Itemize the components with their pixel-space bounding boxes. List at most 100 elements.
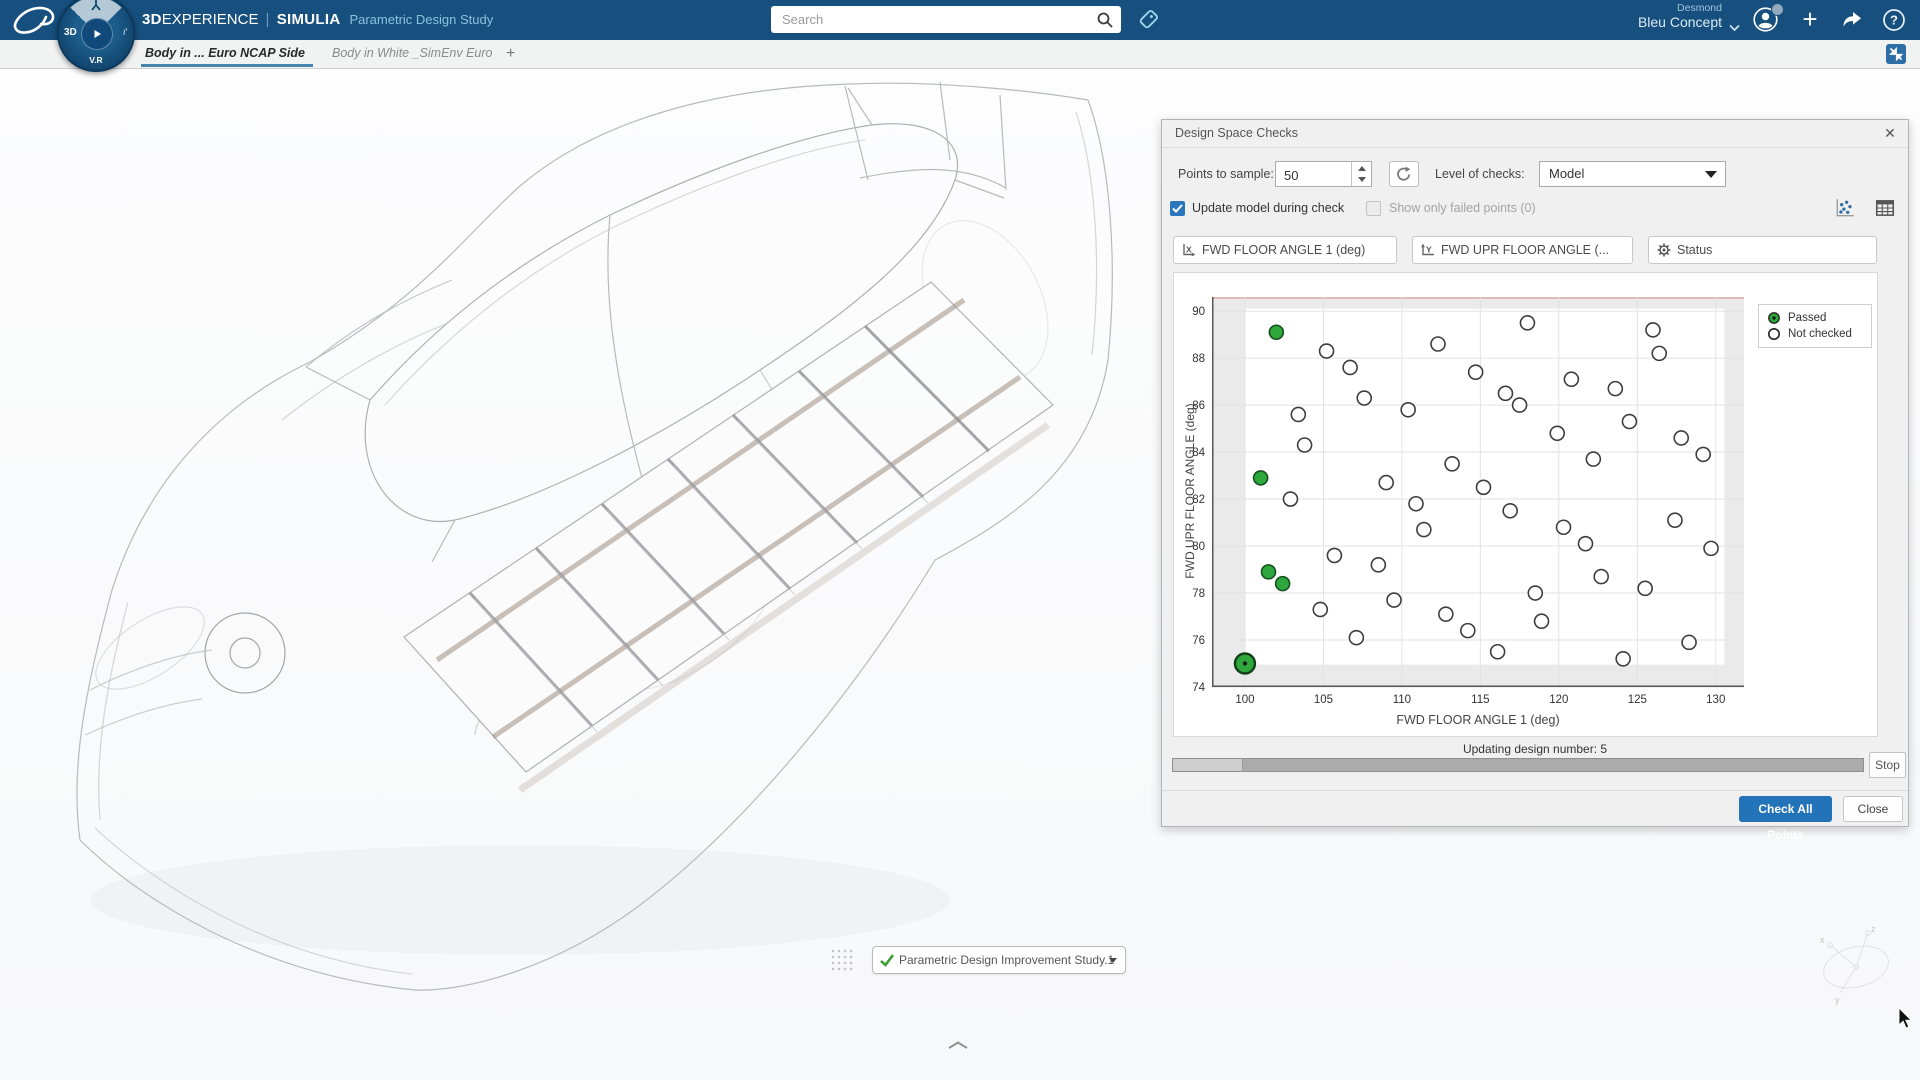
data-point[interactable]	[1409, 497, 1423, 511]
data-point[interactable]	[1276, 577, 1290, 591]
data-point[interactable]	[1586, 452, 1600, 466]
data-point[interactable]	[1652, 346, 1666, 360]
data-point[interactable]	[1674, 431, 1688, 445]
data-point[interactable]	[1564, 372, 1578, 386]
study-selector[interactable]: Parametric Design Improvement Study.1	[872, 946, 1126, 974]
data-point[interactable]	[1638, 581, 1652, 595]
stop-button[interactable]: Stop	[1869, 752, 1906, 778]
search-icon[interactable]	[1096, 11, 1114, 34]
panel-title-bar[interactable]: Design Space Checks ✕	[1162, 120, 1908, 148]
compass-vr-label[interactable]: V.R	[89, 55, 102, 65]
data-point[interactable]	[1498, 386, 1512, 400]
table-view-icon[interactable]	[1874, 197, 1896, 219]
check-all-points-button[interactable]: Check All Points	[1739, 796, 1832, 822]
data-point[interactable]	[1513, 398, 1527, 412]
close-icon[interactable]: ✕	[1881, 124, 1899, 142]
data-point[interactable]	[1357, 391, 1371, 405]
data-point[interactable]	[1320, 344, 1334, 358]
x-tick-label: 130	[1706, 694, 1725, 706]
help-icon[interactable]: ?	[1882, 8, 1906, 37]
data-point[interactable]	[1401, 403, 1415, 417]
data-point[interactable]	[1283, 492, 1297, 506]
compass-top-icon[interactable]	[89, 0, 103, 17]
tab-body-in-white[interactable]: Body in White _SimEnv Euro	[332, 40, 493, 67]
column-y-axis[interactable]: Y FWD UPR FLOOR ANGLE (...	[1412, 236, 1633, 264]
data-point[interactable]	[1696, 447, 1710, 461]
data-point[interactable]	[1439, 607, 1453, 621]
column-status[interactable]: Status	[1648, 236, 1877, 264]
x-tick-label: 125	[1628, 694, 1647, 706]
data-point[interactable]	[1254, 471, 1268, 485]
add-content-button[interactable]: +	[1796, 0, 1824, 40]
data-point[interactable]	[1417, 523, 1431, 537]
data-point[interactable]	[1269, 325, 1283, 339]
data-point[interactable]	[1535, 614, 1549, 628]
data-point[interactable]	[1261, 565, 1275, 579]
x-tick-label: 110	[1393, 694, 1411, 706]
column-x-axis[interactable]: X FWD FLOOR ANGLE 1 (deg)	[1173, 236, 1397, 264]
data-point[interactable]	[1646, 323, 1660, 337]
data-point[interactable]	[1550, 426, 1564, 440]
plot-area[interactable]: 100105110115120125130747678808284868890	[1212, 297, 1744, 687]
update-model-checkbox[interactable]	[1170, 201, 1185, 216]
data-point[interactable]	[1594, 570, 1608, 584]
data-point[interactable]	[1520, 316, 1534, 330]
data-point[interactable]	[1491, 645, 1505, 659]
data-point[interactable]	[1445, 457, 1459, 471]
data-point[interactable]	[1461, 624, 1475, 638]
compass-ifwe-icon[interactable]: iʹ	[123, 27, 127, 37]
spinner-buttons[interactable]	[1351, 162, 1371, 186]
data-point[interactable]	[1313, 602, 1327, 616]
update-model-label[interactable]: Update model during check	[1192, 196, 1344, 220]
share-icon[interactable]	[1840, 9, 1864, 36]
user-identity[interactable]: Desmond Bleu Concept	[1600, 3, 1722, 30]
data-point[interactable]	[1349, 631, 1363, 645]
spinner-down-icon[interactable]	[1358, 177, 1366, 182]
add-tab-button[interactable]: +	[506, 40, 515, 67]
chevron-up-icon[interactable]	[947, 1037, 969, 1055]
compass-3d-label[interactable]: 3D	[64, 27, 77, 38]
resample-button[interactable]	[1389, 161, 1419, 187]
data-point[interactable]	[1343, 360, 1357, 374]
points-to-sample-value[interactable]	[1276, 162, 1356, 188]
tag-icon[interactable]	[1136, 7, 1161, 37]
data-point[interactable]	[1291, 407, 1305, 421]
scatter-view-icon[interactable]	[1834, 197, 1856, 219]
data-point[interactable]	[1622, 415, 1636, 429]
data-point[interactable]	[1469, 365, 1483, 379]
column-x-label: FWD FLOOR ANGLE 1 (deg)	[1202, 237, 1365, 263]
tab-euro-ncap-side[interactable]: Body in ... Euro NCAP Side	[145, 40, 305, 67]
compass-play-icon[interactable]	[81, 18, 113, 50]
column-y-label: FWD UPR FLOOR ANGLE (...	[1441, 237, 1609, 263]
data-point[interactable]	[1431, 337, 1445, 351]
collapse-window-icon[interactable]	[1886, 44, 1906, 64]
data-point[interactable]	[1557, 520, 1571, 534]
data-point[interactable]	[1298, 438, 1312, 452]
data-point[interactable]	[1387, 593, 1401, 607]
chevron-down-icon[interactable]	[1729, 19, 1740, 37]
data-point[interactable]	[1704, 541, 1718, 555]
data-point[interactable]	[1616, 652, 1630, 666]
spinner-up-icon[interactable]	[1358, 166, 1366, 171]
data-point[interactable]	[1371, 558, 1385, 572]
3ds-logo-icon[interactable]	[10, 4, 56, 41]
data-point[interactable]	[1379, 476, 1393, 490]
brand-app: SIMULIA	[277, 11, 341, 28]
data-point[interactable]	[1682, 635, 1696, 649]
toolbar-drag-handle[interactable]	[830, 948, 854, 972]
data-point[interactable]	[1608, 382, 1622, 396]
level-of-checks-dropdown[interactable]: Model	[1539, 161, 1726, 187]
data-point[interactable]	[1578, 537, 1592, 551]
close-button[interactable]: Close	[1843, 796, 1903, 822]
data-point[interactable]	[1476, 480, 1490, 494]
points-to-sample-input[interactable]	[1275, 161, 1372, 187]
brand-title: 3DEXPERIENCE|SIMULIAParametric Design St…	[142, 0, 493, 40]
search-box[interactable]	[771, 6, 1121, 33]
data-point[interactable]	[1668, 513, 1682, 527]
data-point[interactable]	[1503, 504, 1517, 518]
data-point[interactable]	[1528, 586, 1542, 600]
study-selector-caret-icon[interactable]	[1109, 958, 1117, 963]
data-point[interactable]	[1327, 548, 1341, 562]
scatter-chart[interactable]: FWD UPR FLOOR ANGLE (deg) 10010511011512…	[1173, 272, 1878, 737]
search-input[interactable]	[771, 6, 1097, 33]
